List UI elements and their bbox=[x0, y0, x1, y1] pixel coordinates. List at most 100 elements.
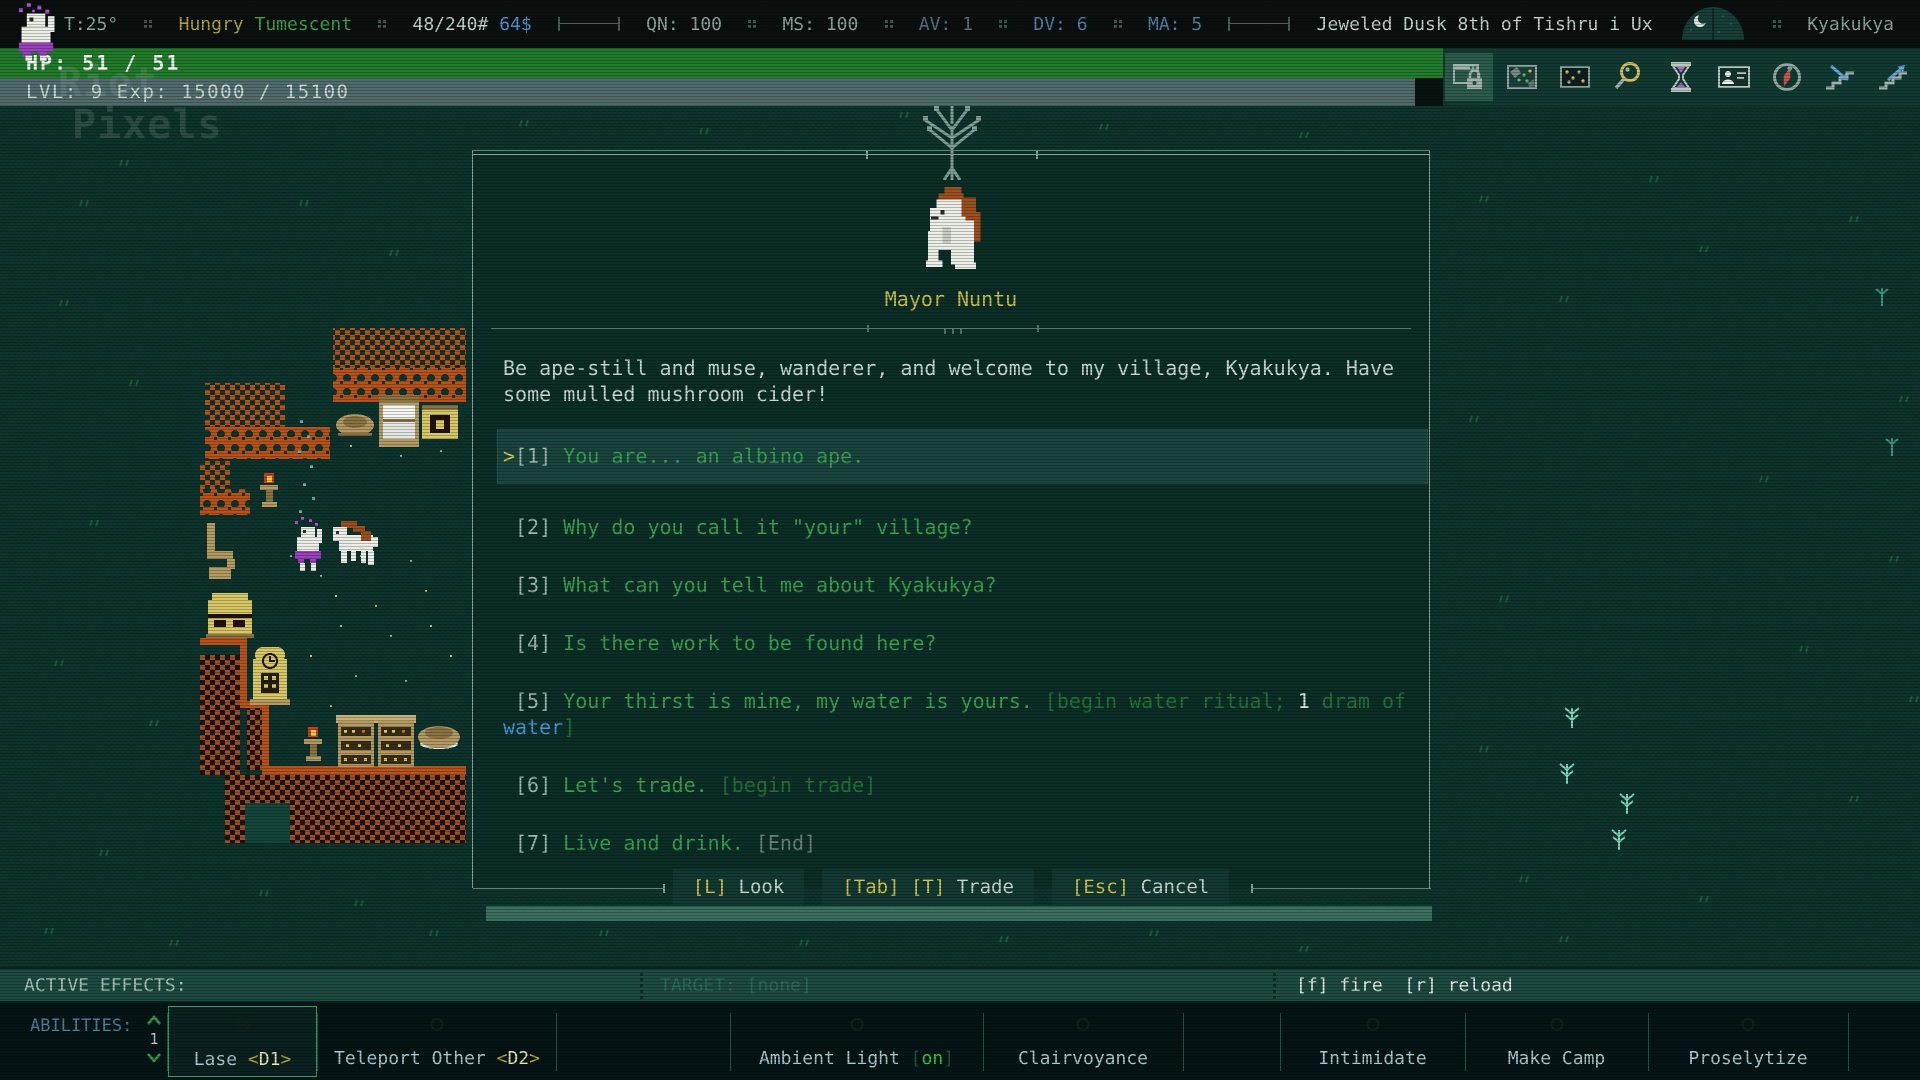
mayor-nuntu-sprite bbox=[333, 521, 378, 565]
option-text: Live and drink. bbox=[563, 831, 744, 855]
bed bbox=[379, 395, 419, 447]
button-label: Look bbox=[739, 876, 785, 898]
dialog-options: >[1] You are... an albino ape. [2] Why d… bbox=[503, 430, 1419, 888]
stairs-down-icon[interactable] bbox=[1816, 53, 1864, 101]
tree-ornament-icon bbox=[897, 104, 1007, 184]
lock-window-icon[interactable] bbox=[1445, 53, 1493, 101]
hotkey-bracket: > bbox=[529, 1048, 540, 1069]
ability-intimidate[interactable]: Intimidate bbox=[1280, 1006, 1465, 1077]
stairs-up-icon[interactable] bbox=[1869, 53, 1917, 101]
carry-weight-money: 48/240# 64$ bbox=[412, 14, 531, 35]
cooldown-ring-icon bbox=[1366, 1018, 1379, 1031]
conversation-dialog: Mayor Nuntu Be ape-still and muse, wande… bbox=[472, 150, 1430, 888]
character-card-icon[interactable] bbox=[1710, 53, 1758, 101]
ability-separator bbox=[556, 1013, 557, 1071]
level-exp-value: LVL: 9 Exp: 15000 / 15100 bbox=[26, 81, 349, 103]
state-bracket: [ bbox=[911, 1048, 922, 1069]
furniture bbox=[207, 523, 235, 579]
world-map-icon[interactable] bbox=[1498, 53, 1546, 101]
cancel-button[interactable]: [Esc] Cancel bbox=[1052, 869, 1229, 905]
button-label: Cancel bbox=[1141, 876, 1210, 898]
border-tick bbox=[1036, 150, 1038, 159]
border-tick bbox=[866, 150, 868, 159]
torch bbox=[260, 473, 278, 507]
option-key: [4] bbox=[515, 631, 551, 655]
header-divider bbox=[491, 328, 1411, 329]
dialog-option-6[interactable]: [6] Let's trade. [begin trade] bbox=[503, 772, 1419, 798]
dialog-option-4[interactable]: [4] Is there work to be found here? bbox=[503, 630, 1419, 656]
target-label: TARGET: [none] bbox=[660, 975, 812, 996]
option-text: You are... an albino ape. bbox=[563, 444, 864, 468]
trade-button[interactable]: [Tab] [T] Trade bbox=[822, 869, 1034, 905]
chest bbox=[206, 593, 254, 638]
magnifier-icon[interactable] bbox=[1604, 53, 1652, 101]
cooldown-ring-icon bbox=[431, 1018, 444, 1031]
hourglass-icon[interactable] bbox=[1657, 53, 1705, 101]
ability-name: Ambient Light bbox=[759, 1048, 911, 1069]
hotkey-bracket: > bbox=[280, 1049, 291, 1070]
ability-name: Proselytize bbox=[1648, 1048, 1848, 1069]
ability-clairvoyance[interactable]: Clairvoyance bbox=[983, 1006, 1183, 1077]
daynight-dome-icon bbox=[1679, 2, 1747, 47]
dialog-option-5[interactable]: [5] Your thirst is mine, my water is you… bbox=[503, 688, 1419, 740]
option-annotation-count: 1 bbox=[1298, 689, 1310, 713]
option-annotation: [begin water ritual; bbox=[1033, 689, 1298, 713]
look-button[interactable]: [L] Look bbox=[673, 869, 805, 905]
game-screen: T:25° Hungry Tumescent 48/240# 64$ QN: 1… bbox=[0, 0, 1920, 1080]
ability-name: Intimidate bbox=[1280, 1048, 1465, 1069]
village-map[interactable] bbox=[200, 325, 466, 845]
cooldown-ring-icon bbox=[1550, 1018, 1563, 1031]
ability-proselytize[interactable]: Proselytize bbox=[1648, 1006, 1848, 1077]
cooldown-ring-icon bbox=[850, 1018, 863, 1031]
option-key: [7] bbox=[515, 831, 551, 855]
hotkey-value: D2 bbox=[507, 1048, 529, 1069]
separator-dots-icon bbox=[1773, 20, 1781, 28]
compass-icon[interactable] bbox=[1763, 53, 1811, 101]
ability-name: Make Camp bbox=[1465, 1048, 1648, 1069]
hotkey-bracket: < bbox=[497, 1048, 508, 1069]
status-tumescent: Tumescent bbox=[255, 14, 353, 35]
divider-tick bbox=[867, 325, 869, 332]
ability-make-camp[interactable]: Make Camp bbox=[1465, 1006, 1648, 1077]
option-annotation: [begin trade] bbox=[708, 773, 877, 797]
cooldown-ring-icon bbox=[236, 1019, 249, 1032]
torch bbox=[304, 727, 322, 761]
dialog-option-7[interactable]: [7] Live and drink. [End] bbox=[503, 830, 1419, 856]
shelf bbox=[376, 715, 416, 767]
dialog-option-3[interactable]: [3] What can you tell me about Kyakukya? bbox=[503, 572, 1419, 598]
option-key: [6] bbox=[515, 773, 551, 797]
dialog-option-1[interactable]: >[1] You are... an albino ape. bbox=[498, 430, 1427, 483]
stat-dv: DV: 6 bbox=[1033, 14, 1087, 35]
ability-separator bbox=[1183, 1013, 1184, 1071]
cooldown-ring-icon bbox=[1077, 1018, 1090, 1031]
hotkey-value: D1 bbox=[259, 1049, 281, 1070]
chest bbox=[422, 405, 458, 439]
page-up-icon[interactable] bbox=[146, 1015, 162, 1026]
bottom-status-strip: ACTIVE EFFECTS: TARGET: [none] [f] fire … bbox=[0, 967, 1920, 1003]
option-key: [1] bbox=[515, 444, 551, 468]
option-key: [5] bbox=[515, 689, 551, 713]
shelf bbox=[336, 715, 376, 767]
ability-teleport-other[interactable]: Teleport Other <D2> bbox=[318, 1006, 556, 1077]
option-annotation: ] bbox=[563, 715, 575, 739]
separator-dots-icon bbox=[999, 20, 1007, 28]
dialog-option-2[interactable]: [2] Why do you call it "your" village? bbox=[503, 514, 1419, 540]
hotkey: [L] bbox=[693, 876, 727, 898]
stat-ma: MA: 5 bbox=[1148, 14, 1202, 35]
cooldown-ring-icon bbox=[1742, 1018, 1755, 1031]
option-text: What can you tell me about Kyakukya? bbox=[563, 573, 996, 597]
dialog-buttons: [L] Look [Tab] [T] Trade [Esc] Cancel bbox=[473, 869, 1429, 905]
state-value: on bbox=[922, 1048, 944, 1069]
minimap-icon[interactable] bbox=[1551, 53, 1599, 101]
page-down-icon[interactable] bbox=[146, 1052, 162, 1063]
ability-lase[interactable]: Lase <D1> bbox=[168, 1006, 317, 1077]
hotkey-bracket: < bbox=[248, 1049, 259, 1070]
stat-ms: MS: 100 bbox=[782, 14, 858, 35]
option-annotation-water: water bbox=[503, 715, 563, 739]
temperature: T:25° bbox=[64, 14, 118, 35]
separator-dots-icon bbox=[144, 20, 152, 28]
option-annotation: dram of bbox=[1310, 689, 1406, 713]
option-key: [3] bbox=[515, 573, 551, 597]
level-exp-bar: LVL: 9 Exp: 15000 / 15100 bbox=[0, 78, 1415, 106]
ability-ambient-light[interactable]: Ambient Light [on] bbox=[730, 1006, 983, 1077]
